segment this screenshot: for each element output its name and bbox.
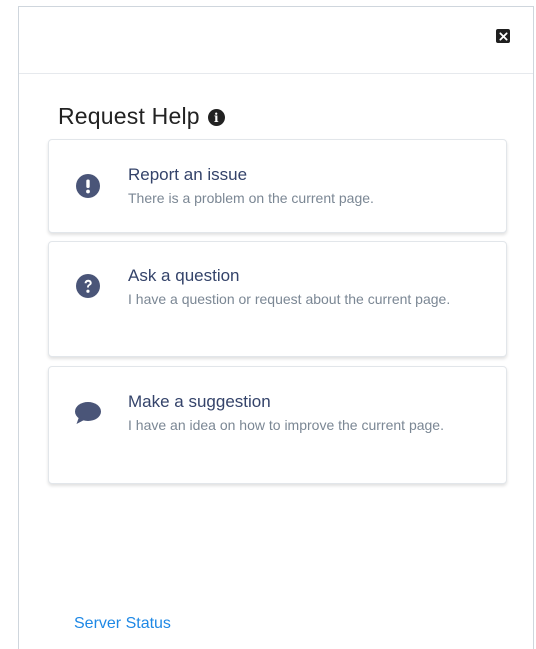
make-suggestion-option[interactable]: Make a suggestion I have an idea on how …	[48, 366, 507, 484]
exclamation-circle-icon	[76, 174, 100, 198]
report-issue-text: Report an issue There is a problem on th…	[128, 164, 486, 209]
close-icon	[498, 31, 508, 41]
dialog-title-row: Request Help i	[58, 103, 225, 130]
info-icon[interactable]: i	[207, 109, 225, 126]
comment-icon	[75, 402, 101, 424]
page-title: Request Help	[58, 103, 200, 129]
option-heading: Make a suggestion	[128, 392, 271, 411]
dialog-header	[19, 7, 533, 74]
make-suggestion-text: Make a suggestion I have an idea on how …	[128, 391, 486, 436]
server-status-link[interactable]: Server Status	[74, 615, 171, 633]
ask-question-text: Ask a question I have a question or requ…	[128, 265, 486, 310]
option-heading: Ask a question	[128, 266, 240, 285]
question-circle-icon	[76, 274, 100, 298]
option-heading: Report an issue	[128, 165, 248, 184]
option-description: I have an idea on how to improve the cur…	[128, 417, 444, 433]
ask-question-option[interactable]: Ask a question I have a question or requ…	[48, 241, 507, 357]
option-description: There is a problem on the current page.	[128, 190, 374, 206]
option-description: I have a question or request about the c…	[128, 291, 451, 307]
close-button[interactable]	[496, 29, 510, 43]
report-issue-option[interactable]: Report an issue There is a problem on th…	[48, 139, 507, 233]
